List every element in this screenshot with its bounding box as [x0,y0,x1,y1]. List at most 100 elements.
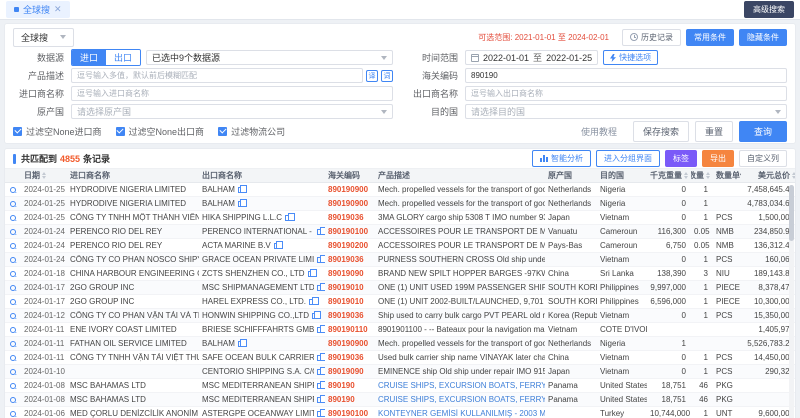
cell-exporter[interactable]: MSC SHIPMANAGEMENT LTD [199,283,325,292]
copy-icon[interactable] [308,271,313,277]
sort-icon[interactable] [706,172,710,179]
exporter-name[interactable]: HONWIN SHIPPING CO.,LTD [202,311,309,320]
search-submit-button[interactable]: 查询 [739,121,787,142]
cell-product-desc[interactable]: ONE (1) UNIT USED 199M PASSENGER SHIP NA… [375,283,545,292]
cell-exporter[interactable]: BALHAM [199,199,325,208]
exporter-name[interactable]: BALHAM [202,199,235,208]
copy-icon[interactable] [317,397,322,403]
save-search-button[interactable]: 保存搜索 [633,121,689,142]
exporter-name[interactable]: HAREL EXPRESS CO., LTD. [202,297,306,306]
checkbox-filter-empty-importer[interactable]: 过滤空None进口商 [13,125,102,138]
reset-button[interactable]: 重置 [695,121,733,142]
cell-hs-code[interactable]: 890190110 [325,325,375,334]
cell-exporter[interactable]: MSC MEDITERRANEAN SHIPPING CO., LTD [199,395,325,404]
cell-exporter[interactable]: GRACE OCEAN PRIVATE LIMITED [199,255,325,264]
dest-country-select[interactable]: 请选择目的国 [465,104,787,119]
scope-select[interactable]: 全球搜 [13,28,74,47]
cell-hs-code[interactable]: 890190100 [325,227,375,236]
cell-exporter[interactable]: PERENCO INTERNATIONAL - INC [199,227,325,236]
cell-exporter[interactable]: CENTORIO SHIPPING S.A. C/O DAIICHI CHU [199,367,325,376]
quick-options-button[interactable]: 快捷选项 [603,50,658,65]
cell-product-desc[interactable]: Used bulk carrier ship name VINAYAK late… [375,353,545,362]
cell-exporter[interactable]: ACTA MARINE B.V [199,241,325,250]
row-detail-search-icon[interactable] [10,327,16,333]
copy-icon[interactable] [317,229,322,235]
exporter-name[interactable]: BRIESE SCHIFFFAHRTS GMBH & CO [202,325,314,334]
cell-hs-code[interactable]: 89019010 [325,297,375,306]
cell-exporter[interactable]: MSC MEDITERRANEAN SHIPPING CO., LTD [199,381,325,390]
cell-exporter[interactable]: SAFE OCEAN BULK CARRIER PTE LTD [199,353,325,362]
copy-icon[interactable] [317,383,322,389]
row-detail-search-icon[interactable] [10,271,16,277]
sort-icon[interactable] [42,172,46,179]
copy-icon[interactable] [317,257,322,263]
cell-hs-code[interactable]: 890190200 [325,241,375,250]
import-toggle[interactable]: 进口 [72,50,106,65]
exporter-name[interactable]: MSC MEDITERRANEAN SHIPPING CO., LTD [202,381,314,390]
group-view-button[interactable]: 进入分组界面 [596,150,660,167]
cell-importer[interactable]: 2GO GROUP INC [67,297,199,306]
exporter-name[interactable]: MSC MEDITERRANEAN SHIPPING CO., LTD [202,395,314,404]
hide-conditions-button[interactable]: 隐藏条件 [739,29,787,46]
cell-product-desc[interactable]: ACCESSOIRES POUR LE TRANSPORT DE MARCHAN… [375,227,545,236]
row-detail-search-icon[interactable] [10,369,16,375]
exporter-name[interactable]: ASTERGPE OCEANWAY LIMITED [202,409,314,418]
cell-hs-code[interactable]: 89019036 [325,311,375,320]
cell-product-desc[interactable]: CRUISE SHIPS, EXCURSION BOATS, FERRY-BOA… [375,395,545,404]
cell-hs-code[interactable]: 890190900 [325,199,375,208]
exporter-name[interactable]: HIKA SHIPPING L.L.C [202,213,282,222]
copy-icon[interactable] [285,215,290,221]
cell-hs-code[interactable]: 89019036 [325,353,375,362]
cell-exporter[interactable]: HONWIN SHIPPING CO.,LTD [199,311,325,320]
cell-exporter[interactable]: ASTERGPE OCEANWAY LIMITED [199,409,325,418]
translate-toggle-icon[interactable]: 译 [366,70,378,82]
row-detail-search-icon[interactable] [10,257,16,263]
exporter-name[interactable]: CENTORIO SHIPPING S.A. C/O DAIICHI CHU [202,367,314,376]
copy-icon[interactable] [238,187,243,193]
row-detail-search-icon[interactable] [10,397,16,403]
row-detail-search-icon[interactable] [10,285,16,291]
cell-hs-code[interactable]: 890190100 [325,409,375,418]
column-header-usd[interactable]: 美元总价 [741,170,796,181]
cell-product-desc[interactable]: Mech. propelled vessels for the transpor… [375,199,545,208]
cell-importer[interactable]: HYDRODIVE NIGERIA LIMITED [67,199,199,208]
cell-product-desc[interactable]: PURNESS SOUTHERN CROSS Old ship under re… [375,255,545,264]
cell-hs-code[interactable]: 89019090 [325,367,375,376]
column-header-kg[interactable]: 千克重量 [647,170,691,181]
cell-exporter[interactable]: BALHAM [199,339,325,348]
tag-button[interactable]: 标签 [665,150,697,167]
cell-product-desc[interactable]: BRAND NEW SPILT HOPPER BARGES -97KW - 3 … [375,269,545,278]
copy-icon[interactable] [317,411,322,417]
cell-hs-code[interactable]: 89019010 [325,283,375,292]
cell-hs-code[interactable]: 890190900 [325,185,375,194]
row-detail-search-icon[interactable] [10,299,16,305]
close-icon[interactable]: ✕ [54,5,62,14]
cell-importer[interactable]: PERENCO RIO DEL REY [67,227,199,236]
cell-importer[interactable]: CÔNG TY CO PHAN NOSCO SHIPYARD [67,255,199,264]
cell-hs-code[interactable]: 890190 [325,395,375,404]
row-detail-search-icon[interactable] [10,355,16,361]
cell-exporter[interactable]: HAREL EXPRESS CO., LTD. [199,297,325,306]
column-header-qty[interactable]: 数量 [691,170,713,181]
exporter-input[interactable] [465,86,787,101]
cell-hs-code[interactable]: 89019090 [325,269,375,278]
common-conditions-button[interactable]: 常用条件 [686,29,734,46]
cell-product-desc[interactable]: ACCESSOIRES POUR LE TRANSPORT DE MARCHAN… [375,241,545,250]
exporter-name[interactable]: SAFE OCEAN BULK CARRIER PTE LTD [202,353,314,362]
cell-importer[interactable]: CÔNG TY TNHH VẬN TẢI VIỆT THUẬN [67,353,199,362]
origin-country-select[interactable]: 请选择原产国 [71,104,393,119]
cell-importer[interactable]: CHINA HARBOUR ENGINEERING CO LTD [67,269,199,278]
cell-importer[interactable]: PERENCO RIO DEL REY [67,241,199,250]
sort-icon[interactable] [792,172,796,179]
history-button[interactable]: 历史记录 [622,29,681,46]
checkbox-filter-empty-exporter[interactable]: 过滤空None出口商 [116,125,205,138]
exporter-name[interactable]: BALHAM [202,339,235,348]
cell-hs-code[interactable]: 89019036 [325,213,375,222]
exporter-name[interactable]: MSC SHIPMANAGEMENT LTD [202,283,314,292]
cell-exporter[interactable]: BRIESE SCHIFFFAHRTS GMBH & CO [199,325,325,334]
row-detail-search-icon[interactable] [10,243,16,249]
column-header-date[interactable]: 日期 [21,170,67,181]
exporter-name[interactable]: GRACE OCEAN PRIVATE LIMITED [202,255,314,264]
row-detail-search-icon[interactable] [10,411,16,417]
cell-product-desc[interactable]: EMINENCE ship Old ship under repair IMO … [375,367,545,376]
